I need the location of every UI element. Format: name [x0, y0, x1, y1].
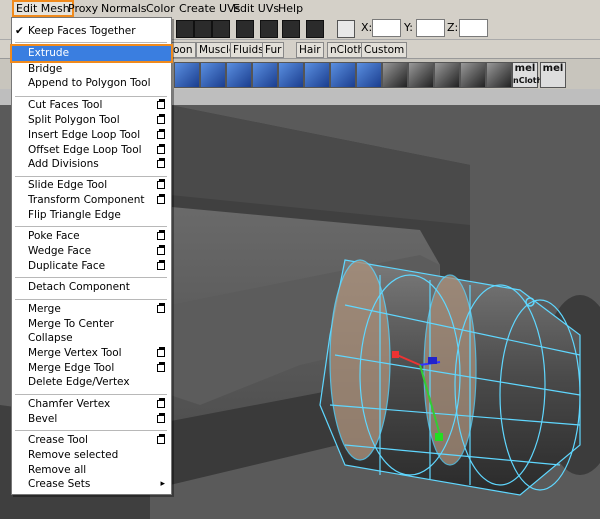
- menu-item-collapse[interactable]: Collapse: [12, 331, 171, 346]
- z-label: Z:: [447, 21, 459, 34]
- poly-cone-icon[interactable]: [356, 62, 382, 88]
- checker-icon[interactable]: [460, 62, 486, 88]
- menu-item-split-polygon[interactable]: Split Polygon Tool: [12, 113, 171, 128]
- menu-item-remove-selected[interactable]: Remove selected: [12, 448, 171, 463]
- y-label: Y:: [404, 21, 413, 34]
- poly-subdiv-icon[interactable]: [304, 62, 330, 88]
- option-box-icon[interactable]: [157, 230, 165, 240]
- menu-item-bevel[interactable]: Bevel: [12, 412, 171, 427]
- menu-item-keep-faces-together[interactable]: ✔ Keep Faces Together: [12, 24, 171, 39]
- edit-mesh-menu: ✔ Keep Faces Together Extrude Bridge App…: [10, 17, 173, 495]
- tab-hair[interactable]: Hair: [296, 42, 324, 58]
- option-box-icon[interactable]: [157, 245, 165, 255]
- render-settings-icon[interactable]: [212, 20, 230, 38]
- check-icon: ✔: [15, 25, 24, 37]
- mel-script-icon[interactable]: mel nCloth: [512, 62, 542, 88]
- option-box-icon[interactable]: [157, 413, 165, 423]
- menu-item-detach-component[interactable]: Detach Component: [12, 280, 171, 295]
- menu-item-transform-component[interactable]: Transform Component: [12, 193, 171, 208]
- input-mode-icon[interactable]: [337, 20, 355, 38]
- ncloth-label: nCloth: [513, 76, 543, 85]
- menu-item-wedge-face[interactable]: Wedge Face: [12, 244, 171, 259]
- menu-color[interactable]: Color: [143, 1, 178, 16]
- mel-script-icon-2[interactable]: mel: [540, 62, 566, 88]
- option-box-icon[interactable]: [157, 398, 165, 408]
- tab-toon[interactable]: oon: [170, 42, 196, 58]
- uv-unfold-icon[interactable]: [408, 62, 434, 88]
- menu-item-cut-faces[interactable]: Cut Faces Tool: [12, 98, 171, 113]
- menu-item-remove-all[interactable]: Remove all: [12, 463, 171, 478]
- clapper-icon-2[interactable]: [260, 20, 278, 38]
- separator: [15, 277, 167, 278]
- option-box-icon[interactable]: [157, 99, 165, 109]
- menu-item-crease-sets[interactable]: Crease Sets ▸: [12, 477, 171, 492]
- poly-extrude-icon[interactable]: [174, 62, 200, 88]
- option-box-icon[interactable]: [157, 114, 165, 124]
- menu-item-append-polygon[interactable]: Append to Polygon Tool: [12, 76, 171, 91]
- ipr-render-icon[interactable]: [194, 20, 212, 38]
- option-box-icon[interactable]: [157, 179, 165, 189]
- poly-smooth-icon[interactable]: [278, 62, 304, 88]
- submenu-arrow-icon: ▸: [160, 479, 165, 489]
- tab-custom[interactable]: Custom: [361, 42, 408, 58]
- menu-item-slide-edge[interactable]: Slide Edge Tool: [12, 178, 171, 193]
- menu-item-merge[interactable]: Merge: [12, 302, 171, 317]
- menu-item-insert-edge-loop[interactable]: Insert Edge Loop Tool: [12, 128, 171, 143]
- menu-normals[interactable]: Normals: [98, 1, 150, 16]
- option-box-icon[interactable]: [157, 194, 165, 204]
- menu-item-offset-edge-loop[interactable]: Offset Edge Loop Tool: [12, 143, 171, 158]
- x-field[interactable]: [372, 19, 401, 37]
- option-box-icon[interactable]: [157, 260, 165, 270]
- option-box-icon[interactable]: [157, 129, 165, 139]
- poly-split-icon[interactable]: [226, 62, 252, 88]
- z-field[interactable]: [459, 19, 488, 37]
- menu-item-extrude[interactable]: Extrude: [10, 44, 173, 63]
- menu-item-chamfer-vertex[interactable]: Chamfer Vertex: [12, 397, 171, 412]
- menu-bar: Edit Mesh Proxy Normals Color Create UVs…: [0, 0, 600, 18]
- menu-item-bridge[interactable]: Bridge: [12, 62, 171, 77]
- separator: [15, 299, 167, 300]
- menu-item-delete-edge-vertex[interactable]: Delete Edge/Vertex: [12, 375, 171, 390]
- separator: [15, 430, 167, 431]
- render-view-icon[interactable]: [306, 20, 324, 38]
- option-box-icon[interactable]: [157, 362, 165, 372]
- menu-help[interactable]: Help: [275, 1, 306, 16]
- render-icon[interactable]: [176, 20, 194, 38]
- separator: [15, 176, 167, 177]
- separator: [15, 394, 167, 395]
- mel-label-2: mel: [542, 63, 564, 74]
- separator: [15, 42, 167, 43]
- x-label: X:: [361, 21, 373, 34]
- menu-item-flip-triangle-edge[interactable]: Flip Triangle Edge: [12, 208, 171, 223]
- menu-edit-mesh[interactable]: Edit Mesh: [12, 0, 74, 17]
- mel-label: mel: [514, 63, 536, 74]
- option-box-icon[interactable]: [157, 144, 165, 154]
- menu-item-duplicate-face[interactable]: Duplicate Face: [12, 259, 171, 274]
- tab-fur[interactable]: Fur: [262, 42, 285, 58]
- menu-item-add-divisions[interactable]: Add Divisions: [12, 157, 171, 172]
- option-box-icon[interactable]: [157, 347, 165, 357]
- option-box-icon[interactable]: [157, 158, 165, 168]
- option-box-icon[interactable]: [157, 434, 165, 444]
- menu-item-merge-vertex[interactable]: Merge Vertex Tool: [12, 346, 171, 361]
- menu-item-poke-face[interactable]: Poke Face: [12, 229, 171, 244]
- separator: [15, 96, 167, 97]
- uv-layout-icon[interactable]: [434, 62, 460, 88]
- separator: [15, 226, 167, 227]
- clapper-icon[interactable]: [236, 20, 254, 38]
- menu-item-crease-tool[interactable]: Crease Tool: [12, 433, 171, 448]
- poly-plane-icon[interactable]: [330, 62, 356, 88]
- menu-item-merge-to-center[interactable]: Merge To Center: [12, 317, 171, 332]
- y-field[interactable]: [416, 19, 445, 37]
- menu-item-merge-edge[interactable]: Merge Edge Tool: [12, 361, 171, 376]
- poly-bridge-icon[interactable]: [200, 62, 226, 88]
- poly-bevel-icon[interactable]: [252, 62, 278, 88]
- checker-icon-2[interactable]: [486, 62, 512, 88]
- clapper-icon-3[interactable]: [282, 20, 300, 38]
- option-box-icon[interactable]: [157, 303, 165, 313]
- menu-proxy[interactable]: Proxy: [65, 1, 101, 16]
- uv-icon[interactable]: [382, 62, 408, 88]
